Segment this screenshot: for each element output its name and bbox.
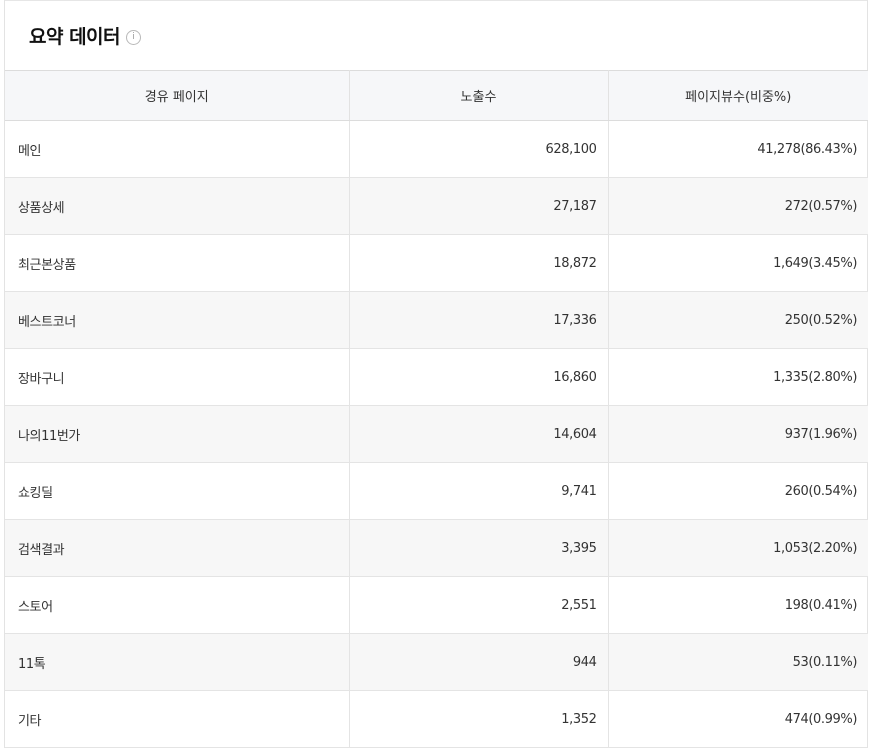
- cell-pageviews: 53(0.11%): [608, 633, 868, 691]
- table-row: 베스트코너 17,336 250(0.52%): [5, 291, 868, 349]
- cell-impressions: 2,551: [349, 576, 609, 634]
- cell-pageviews: 260(0.54%): [608, 462, 868, 520]
- table-row: 검색결과 3,395 1,053(2.20%): [5, 519, 868, 577]
- cell-impressions: 944: [349, 633, 609, 691]
- table-row: 나의11번가 14,604 937(1.96%): [5, 405, 868, 463]
- column-header-page: 경유 페이지: [5, 70, 350, 121]
- cell-pageviews: 1,053(2.20%): [608, 519, 868, 577]
- cell-impressions: 3,395: [349, 519, 609, 577]
- table-header-row: 경유 페이지 노출수 페이지뷰수(비중%): [5, 70, 868, 121]
- cell-impressions: 14,604: [349, 405, 609, 463]
- cell-impressions: 628,100: [349, 120, 609, 178]
- panel-title: 요약 데이터: [29, 25, 121, 48]
- cell-pageviews: 41,278(86.43%): [608, 120, 868, 178]
- table-row: 쇼킹딜 9,741 260(0.54%): [5, 462, 868, 520]
- cell-page: 메인: [5, 120, 350, 178]
- cell-impressions: 17,336: [349, 291, 609, 349]
- table-row: 11톡 944 53(0.11%): [5, 633, 868, 691]
- table-row: 메인 628,100 41,278(86.43%): [5, 120, 868, 178]
- cell-impressions: 16,860: [349, 348, 609, 406]
- table-row: 상품상세 27,187 272(0.57%): [5, 177, 868, 235]
- cell-pageviews: 474(0.99%): [608, 690, 868, 748]
- cell-page: 기타: [5, 690, 350, 748]
- cell-impressions: 18,872: [349, 234, 609, 292]
- cell-page: 검색결과: [5, 519, 350, 577]
- cell-page: 스토어: [5, 576, 350, 634]
- cell-page: 장바구니: [5, 348, 350, 406]
- info-icon[interactable]: i: [126, 29, 142, 45]
- summary-panel: 요약 데이터 i 경유 페이지 노출수 페이지뷰수(비중%) 메인 628,100…: [4, 0, 868, 748]
- cell-impressions: 9,741: [349, 462, 609, 520]
- cell-pageviews: 250(0.52%): [608, 291, 868, 349]
- table-row: 최근본상품 18,872 1,649(3.45%): [5, 234, 868, 292]
- column-header-pageviews: 페이지뷰수(비중%): [608, 70, 868, 121]
- cell-page: 상품상세: [5, 177, 350, 235]
- column-header-impressions: 노출수: [349, 70, 609, 121]
- table-row: 기타 1,352 474(0.99%): [5, 690, 868, 748]
- cell-page: 최근본상품: [5, 234, 350, 292]
- table-row: 스토어 2,551 198(0.41%): [5, 576, 868, 634]
- cell-pageviews: 198(0.41%): [608, 576, 868, 634]
- cell-page: 11톡: [5, 633, 350, 691]
- cell-pageviews: 1,335(2.80%): [608, 348, 868, 406]
- cell-page: 나의11번가: [5, 405, 350, 463]
- cell-page: 쇼킹딜: [5, 462, 350, 520]
- panel-header: 요약 데이터 i: [5, 0, 867, 70]
- cell-pageviews: 272(0.57%): [608, 177, 868, 235]
- cell-page: 베스트코너: [5, 291, 350, 349]
- summary-table: 경유 페이지 노출수 페이지뷰수(비중%) 메인 628,100 41,278(86…: [5, 70, 868, 748]
- cell-impressions: 27,187: [349, 177, 609, 235]
- cell-pageviews: 1,649(3.45%): [608, 234, 868, 292]
- cell-impressions: 1,352: [349, 690, 609, 748]
- cell-pageviews: 937(1.96%): [608, 405, 868, 463]
- table-row: 장바구니 16,860 1,335(2.80%): [5, 348, 868, 406]
